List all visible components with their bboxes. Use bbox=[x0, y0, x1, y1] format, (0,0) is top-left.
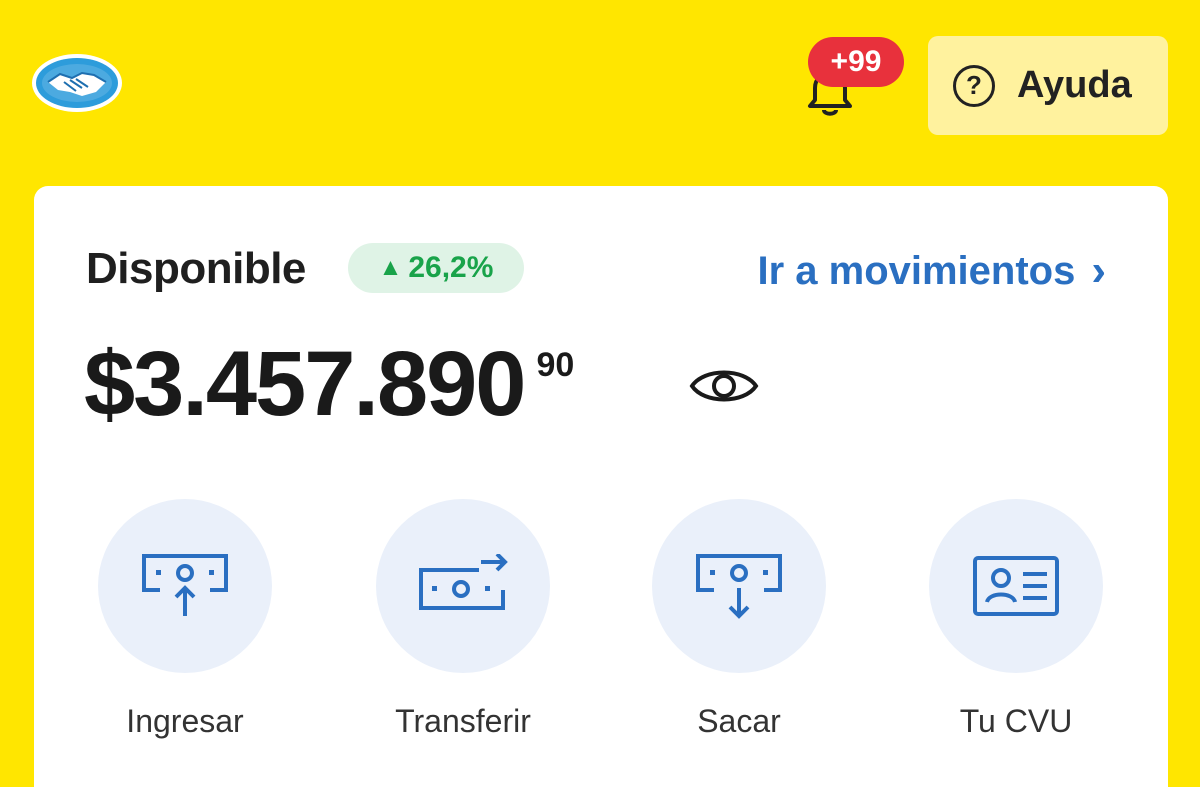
chevron-right-icon: › bbox=[1091, 246, 1106, 295]
withdraw-icon bbox=[696, 554, 782, 619]
id-card-icon bbox=[973, 556, 1059, 616]
account-card: Disponible ▲ 26,2% Ir a movimientos › $3… bbox=[34, 186, 1168, 787]
up-arrow-icon: ▲ bbox=[378, 254, 403, 281]
action-label: Transferir bbox=[395, 703, 531, 739]
action-label: Tu CVU bbox=[959, 703, 1073, 739]
balance-main: $3.457.890 bbox=[84, 333, 526, 435]
quick-actions: Ingresar Transferir Sacar Tu CVU bbox=[34, 499, 1168, 759]
action-ingresar[interactable]: Ingresar bbox=[70, 499, 300, 740]
action-tu-cvu[interactable]: Tu CVU bbox=[901, 499, 1131, 740]
action-transferir[interactable]: Transferir bbox=[348, 499, 578, 740]
action-label: Sacar bbox=[697, 703, 781, 739]
action-ingresar-circle bbox=[98, 499, 272, 673]
balance-cents: 90 bbox=[536, 346, 575, 384]
transfer-icon bbox=[419, 554, 508, 610]
question-circle-icon: ? bbox=[953, 64, 995, 107]
movements-link-label: Ir a movimientos bbox=[757, 248, 1076, 293]
movements-link[interactable]: Ir a movimientos › bbox=[757, 246, 1106, 296]
eye-icon[interactable] bbox=[688, 364, 760, 408]
yield-change-value: 26,2% bbox=[408, 251, 494, 284]
action-sacar[interactable]: Sacar bbox=[624, 499, 854, 740]
action-tu-cvu-circle bbox=[929, 499, 1103, 673]
action-transferir-circle bbox=[376, 499, 550, 673]
notifications-count-badge: +99 bbox=[808, 37, 904, 87]
action-sacar-circle bbox=[652, 499, 826, 673]
available-title: Disponible bbox=[86, 244, 306, 293]
help-button[interactable]: ? Ayuda bbox=[928, 36, 1168, 135]
balance-amount: $3.457.890 90 bbox=[84, 334, 574, 434]
action-label: Ingresar bbox=[126, 703, 244, 739]
mercadopago-logo bbox=[30, 52, 124, 114]
help-label: Ayuda bbox=[1017, 64, 1132, 106]
deposit-icon bbox=[142, 554, 228, 616]
yield-change-badge: ▲ 26,2% bbox=[348, 243, 524, 293]
